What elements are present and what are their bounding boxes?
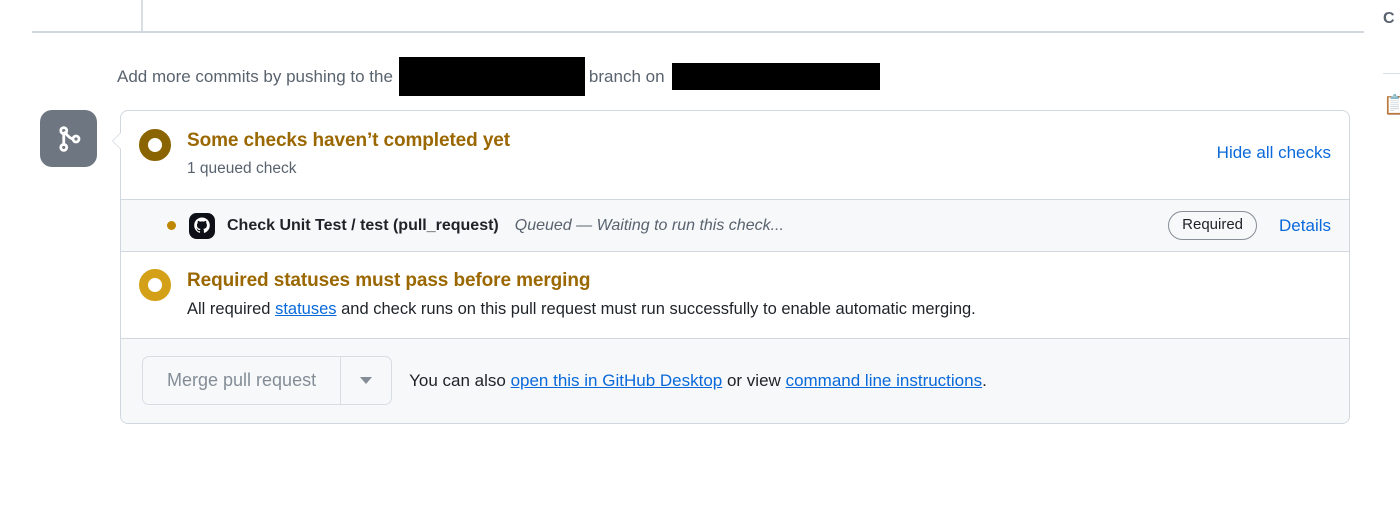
check-description-label: Queued — Waiting to run this check... <box>514 216 784 234</box>
checks-header-texts: Some checks haven’t completed yet 1 queu… <box>187 127 510 181</box>
required-statuses-row: Required statuses must pass before mergi… <box>139 267 1333 321</box>
github-octocat-glyph <box>189 212 215 239</box>
pull-request-merge-box-screen: Add more commits by pushing to the branc… <box>0 0 1400 505</box>
footer-text-middle: or view <box>726 370 781 390</box>
chevron-down-icon <box>360 377 373 384</box>
check-details-link[interactable]: Details <box>1279 216 1331 236</box>
redacted-branch-name <box>398 57 585 96</box>
required-desc-before: All required <box>187 300 271 318</box>
merge-button-group: Merge pull request <box>142 356 393 405</box>
right-sidebar-clipped: C 📋 <box>1383 0 1400 505</box>
required-statuses-title: Required statuses must pass before mergi… <box>187 270 591 291</box>
checks-header-subtitle: 1 queued check <box>187 160 297 177</box>
timeline-horizontal-divider <box>32 31 1364 33</box>
merge-dropdown-button[interactable] <box>340 357 391 404</box>
clipboard-icon[interactable]: 📋 <box>1383 95 1400 117</box>
required-statuses-texts: Required statuses must pass before mergi… <box>187 267 976 321</box>
merge-status-box: Some checks haven’t completed yet 1 queu… <box>112 110 1350 424</box>
git-merge-icon <box>58 125 80 152</box>
statuses-link[interactable]: statuses <box>275 300 336 318</box>
check-status-dot-icon <box>167 221 176 230</box>
checks-header-section: Some checks haven’t completed yet 1 queu… <box>121 111 1349 199</box>
add-more-commits-text: Add more commits by pushing to the branc… <box>117 57 880 96</box>
merge-pull-request-button[interactable]: Merge pull request <box>143 357 340 404</box>
required-desc-after: and check runs on this pull request must… <box>341 300 976 318</box>
check-row: Check Unit Test / test (pull_request) Qu… <box>121 199 1349 252</box>
pending-circle-icon <box>139 129 171 161</box>
push-middle-text: branch on <box>588 66 665 86</box>
footer-help-text: You can also open this in GitHub Desktop… <box>409 368 987 394</box>
required-statuses-description: All required statuses and check runs on … <box>187 297 976 321</box>
required-badge: Required <box>1168 211 1258 240</box>
right-sidebar-divider <box>1383 73 1400 74</box>
right-sidebar-section-label: C <box>1383 10 1395 27</box>
footer-text-before: You can also <box>409 370 506 390</box>
merge-footer: Merge pull request You can also open thi… <box>121 338 1349 423</box>
checks-header-title: Some checks haven’t completed yet <box>187 130 510 151</box>
push-prefix-text: Add more commits by pushing to the <box>117 66 393 86</box>
redacted-repository-name <box>671 63 880 90</box>
hide-all-checks-link[interactable]: Hide all checks <box>1217 143 1331 163</box>
github-mark-icon <box>189 212 215 239</box>
required-statuses-section: Required statuses must pass before mergi… <box>121 252 1349 338</box>
command-line-instructions-link[interactable]: command line instructions <box>786 371 983 390</box>
timeline-vertical-line <box>141 0 143 32</box>
github-desktop-link[interactable]: open this in GitHub Desktop <box>511 371 723 390</box>
checks-header-row: Some checks haven’t completed yet 1 queu… <box>139 127 1333 181</box>
check-name-label: Check Unit Test / test (pull_request) <box>227 216 499 234</box>
required-pending-circle-icon <box>139 269 171 301</box>
merge-status-avatar <box>40 110 97 167</box>
footer-text-after: . <box>982 370 987 390</box>
